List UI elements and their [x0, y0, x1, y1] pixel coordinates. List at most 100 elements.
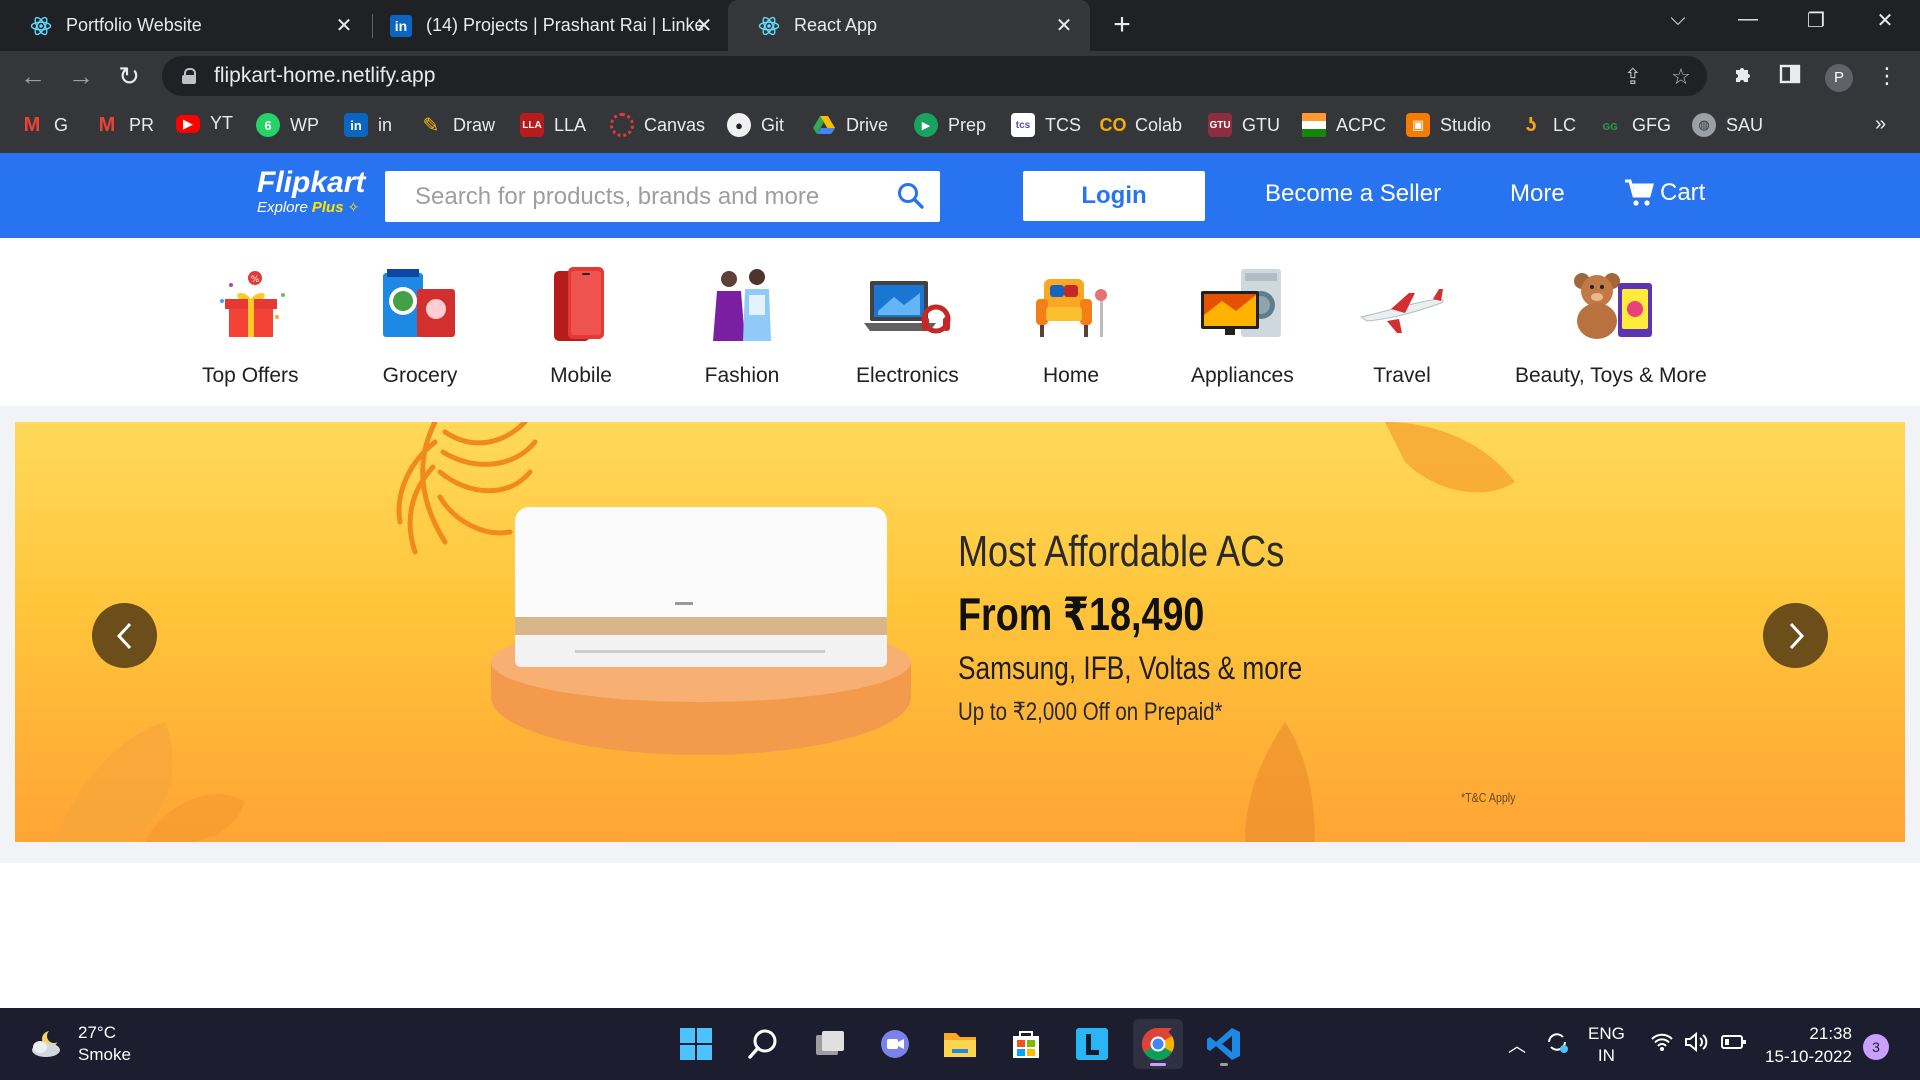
- bookmark-label: GFG: [1632, 114, 1671, 135]
- file-explorer-button[interactable]: [935, 1019, 985, 1069]
- microsoft-store-button[interactable]: [1001, 1019, 1051, 1069]
- bookmark-gtu[interactable]: GTU GTU: [1208, 113, 1280, 137]
- search-box: [385, 171, 940, 222]
- chrome-taskbar-button[interactable]: [1133, 1019, 1183, 1069]
- category-fashion[interactable]: Fashion: [697, 260, 787, 388]
- volume-icon[interactable]: [1684, 1031, 1710, 1057]
- category-nav: % Top Offers Grocery Mobile Fashion Elec…: [0, 238, 1920, 406]
- bookmark-g[interactable]: MG: [20, 113, 68, 137]
- more-menu[interactable]: More: [1510, 180, 1565, 208]
- bookmark-star-icon[interactable]: ☆: [1668, 64, 1694, 90]
- teams-chat-button[interactable]: [870, 1019, 920, 1069]
- bookmark-git[interactable]: ● Git: [727, 113, 784, 137]
- profile-avatar[interactable]: P: [1825, 64, 1853, 92]
- close-window-button[interactable]: ✕: [1865, 8, 1905, 33]
- category-mobile[interactable]: Mobile: [536, 260, 626, 388]
- carousel-next-button[interactable]: [1763, 603, 1828, 668]
- browser-menu-icon[interactable]: ⋮: [1873, 63, 1901, 89]
- wifi-icon[interactable]: [1650, 1032, 1674, 1057]
- bookmark-lla[interactable]: LLA LLA: [520, 113, 586, 137]
- svg-text:%: %: [251, 275, 260, 285]
- bookmarks-overflow-icon[interactable]: »: [1875, 113, 1886, 136]
- vscode-taskbar-button[interactable]: [1199, 1019, 1249, 1069]
- category-home[interactable]: Home: [1026, 260, 1116, 388]
- address-bar[interactable]: flipkart-home.netlify.app ⇪ ☆: [162, 56, 1707, 96]
- close-tab-icon[interactable]: ✕: [1052, 13, 1076, 38]
- bookmark-yt[interactable]: ▶ YT: [176, 113, 233, 134]
- clock-date: 15-10-2022: [1765, 1047, 1852, 1066]
- chevron-left-icon: [116, 622, 131, 649]
- category-electronics[interactable]: Electronics: [856, 260, 959, 388]
- category-grocery[interactable]: Grocery: [375, 260, 465, 388]
- share-icon[interactable]: ⇪: [1620, 64, 1646, 90]
- category-label: Mobile: [550, 364, 612, 387]
- canvas-icon: [610, 113, 634, 137]
- bookmark-studio[interactable]: ▣ Studio: [1406, 113, 1491, 137]
- battery-icon[interactable]: [1721, 1034, 1747, 1055]
- forward-button[interactable]: →: [66, 61, 96, 91]
- side-panel-icon[interactable]: [1776, 63, 1804, 91]
- tab-react-app[interactable]: React App ✕: [728, 0, 1090, 51]
- language-code: ENG: [1588, 1024, 1625, 1043]
- flipkart-logo[interactable]: Flipkart Explore Plus ✧: [257, 167, 365, 217]
- bookmark-sau[interactable]: ◍ SAU: [1692, 113, 1763, 137]
- carousel-prev-button[interactable]: [92, 603, 157, 668]
- bookmark-canvas[interactable]: Canvas: [610, 113, 705, 137]
- bookmark-draw[interactable]: ✎ Draw: [419, 113, 495, 137]
- category-appliances[interactable]: Appliances: [1191, 260, 1294, 388]
- bookmark-label: LLA: [554, 114, 587, 135]
- tab-linkedin-projects[interactable]: in (14) Projects | Prashant Rai | Linke …: [360, 0, 730, 51]
- bookmark-prep[interactable]: ▶ Prep: [914, 113, 986, 137]
- bookmark-label: LC: [1553, 114, 1577, 135]
- bookmark-wp[interactable]: 6 WP: [256, 113, 319, 137]
- search-input[interactable]: [415, 182, 875, 211]
- back-button[interactable]: ←: [18, 61, 48, 91]
- cart-link[interactable]: Cart: [1624, 179, 1705, 207]
- become-seller-link[interactable]: Become a Seller: [1265, 180, 1441, 208]
- category-label: Grocery: [382, 364, 458, 387]
- bookmark-label: in: [378, 114, 393, 135]
- active-app-indicator: [1150, 1063, 1166, 1066]
- category-travel[interactable]: Travel: [1357, 260, 1447, 388]
- bookmark-acpc[interactable]: ACPC: [1302, 113, 1386, 137]
- close-tab-icon[interactable]: ✕: [692, 13, 716, 38]
- search-icon[interactable]: [896, 181, 926, 211]
- tab-portfolio-website[interactable]: Portfolio Website ✕: [0, 0, 370, 51]
- language-indicator[interactable]: ENG IN: [1588, 1023, 1625, 1067]
- sync-icon[interactable]: [1543, 1028, 1571, 1061]
- bookmark-drive[interactable]: Drive: [812, 113, 888, 137]
- show-hidden-icons-chevron-icon[interactable]: ︿: [1508, 1032, 1526, 1058]
- leaf-decoration: [1245, 722, 1315, 842]
- hero-banner[interactable]: Most Affordable ACs From ₹18,490 Samsung…: [15, 422, 1905, 842]
- bookmark-lc[interactable]: ʖ LC: [1519, 113, 1576, 137]
- search-taskbar-button[interactable]: [738, 1019, 788, 1069]
- task-view-button[interactable]: [805, 1019, 855, 1069]
- bookmark-gfg[interactable]: ɢɢ GFG: [1598, 113, 1671, 137]
- bookmark-pr[interactable]: M PR: [95, 113, 154, 137]
- extensions-puzzle-icon[interactable]: [1729, 63, 1757, 91]
- close-tab-icon[interactable]: ✕: [332, 13, 356, 38]
- folder-icon: [944, 1033, 976, 1057]
- system-clock[interactable]: 21:38 15-10-2022: [1765, 1022, 1852, 1068]
- plus-star-icon: ✧: [347, 199, 360, 215]
- gmail-icon: M: [98, 113, 116, 136]
- banner-offer: Up to ₹2,000 Off on Prepaid*: [958, 698, 1223, 726]
- login-button[interactable]: Login: [1023, 171, 1205, 221]
- new-tab-button[interactable]: +: [1107, 10, 1137, 40]
- lightroom-app-button[interactable]: [1067, 1019, 1117, 1069]
- restore-button[interactable]: ❐: [1796, 8, 1836, 33]
- bookmark-tcs[interactable]: tcs TCS: [1011, 113, 1081, 137]
- reload-button[interactable]: ↻: [114, 61, 144, 91]
- linkedin-icon: in: [344, 113, 368, 137]
- category-beauty-toys[interactable]: Beauty, Toys & More: [1515, 260, 1707, 388]
- bookmark-colab[interactable]: CO Colab: [1100, 113, 1183, 137]
- notification-badge[interactable]: 3: [1863, 1034, 1889, 1060]
- draw-icon: ✎: [422, 114, 440, 137]
- start-button[interactable]: [671, 1019, 721, 1069]
- tab-search-icon[interactable]: ⌵: [1658, 8, 1698, 31]
- minimize-button[interactable]: —: [1728, 8, 1768, 31]
- bookmark-in[interactable]: in in: [344, 113, 392, 137]
- gift-icon: %: [205, 260, 295, 350]
- category-top-offers[interactable]: % Top Offers: [202, 260, 299, 388]
- weather-widget[interactable]: 27°C Smoke: [28, 1022, 131, 1066]
